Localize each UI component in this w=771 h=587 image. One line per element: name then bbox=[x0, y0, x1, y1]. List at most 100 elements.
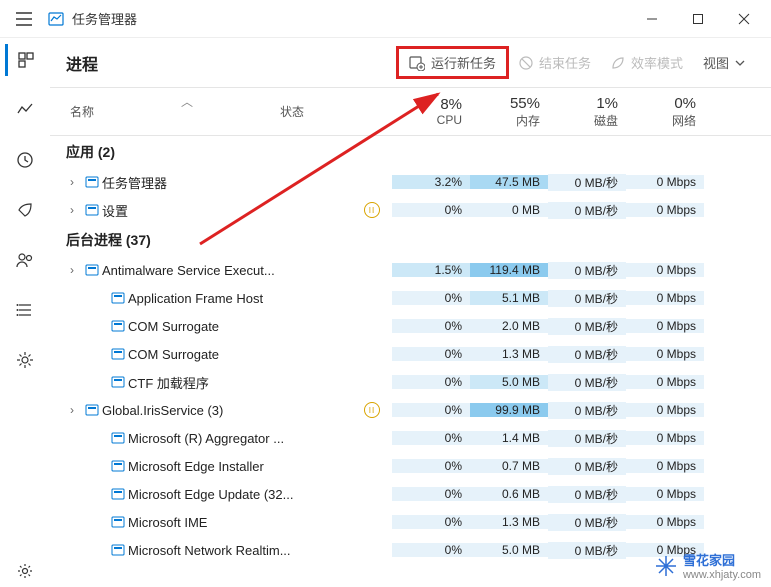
process-icon bbox=[108, 487, 128, 501]
nav-users-icon[interactable] bbox=[5, 244, 45, 276]
window-controls bbox=[629, 0, 767, 38]
cell-memory: 0.7 MB bbox=[470, 459, 548, 473]
close-button[interactable] bbox=[721, 0, 767, 38]
titlebar: 任务管理器 bbox=[0, 0, 771, 38]
group-header: 后台进程 (37) bbox=[50, 224, 771, 256]
page-title: 进程 bbox=[66, 51, 396, 75]
memory-label: 内存 bbox=[516, 112, 540, 129]
cell-memory: 99.9 MB bbox=[470, 403, 548, 417]
process-list: 应用 (2)›任务管理器3.2%47.5 MB0 MB/秒0 Mbps›设置0%… bbox=[50, 136, 771, 587]
process-name: 设置 bbox=[102, 201, 352, 220]
process-name: Microsoft Network Realtim... bbox=[128, 543, 352, 558]
process-row[interactable]: COM Surrogate 0%1.3 MB0 MB/秒0 Mbps bbox=[50, 340, 771, 368]
cell-memory: 5.0 MB bbox=[470, 375, 548, 389]
nav-details-icon[interactable] bbox=[5, 294, 45, 326]
nav-processes-icon[interactable] bbox=[5, 44, 45, 76]
process-name: Microsoft Edge Installer bbox=[128, 459, 352, 474]
process-row[interactable]: Microsoft Edge Installer0%0.7 MB0 MB/秒0 … bbox=[50, 452, 771, 480]
nav-performance-icon[interactable] bbox=[5, 94, 45, 126]
cell-cpu: 0% bbox=[392, 375, 470, 389]
nav-settings-icon[interactable] bbox=[5, 555, 45, 587]
cell-memory: 47.5 MB bbox=[470, 175, 548, 189]
process-name: CTF 加载程序 bbox=[128, 373, 352, 392]
expand-icon[interactable]: › bbox=[62, 263, 82, 277]
process-icon bbox=[108, 347, 128, 361]
end-task-button[interactable]: 结束任务 bbox=[509, 47, 601, 78]
cell-memory: 119.4 MB bbox=[470, 263, 548, 277]
process-row[interactable]: Microsoft Edge Update (32...0%0.6 MB0 MB… bbox=[50, 480, 771, 508]
cell-memory: 5.1 MB bbox=[470, 291, 548, 305]
process-row[interactable]: ›Global.IrisService (3)0%99.9 MB0 MB/秒0 … bbox=[50, 396, 771, 424]
cell-network: 0 Mbps bbox=[626, 375, 704, 389]
col-cpu[interactable]: 8% CPU bbox=[392, 88, 470, 135]
cell-disk: 0 MB/秒 bbox=[548, 346, 626, 363]
cell-disk: 0 MB/秒 bbox=[548, 542, 626, 559]
disk-usage-percent: 1% bbox=[596, 95, 618, 112]
cell-network: 0 Mbps bbox=[626, 347, 704, 361]
expand-icon[interactable]: › bbox=[62, 175, 82, 189]
expand-icon[interactable]: › bbox=[62, 403, 82, 417]
col-disk[interactable]: 1% 磁盘 bbox=[548, 88, 626, 135]
efficiency-mode-button[interactable]: 效率模式 bbox=[601, 47, 693, 78]
column-headers: 名称 ︿ 状态 8% CPU 55% 内存 1% 磁盘 0% 网络 bbox=[50, 88, 771, 136]
col-name-label: 名称 bbox=[70, 103, 94, 120]
cell-disk: 0 MB/秒 bbox=[548, 514, 626, 531]
cell-network: 0 Mbps bbox=[626, 431, 704, 445]
nav-services-icon[interactable] bbox=[5, 344, 45, 376]
app-title: 任务管理器 bbox=[72, 9, 629, 28]
process-row[interactable]: Application Frame Host0%5.1 MB0 MB/秒0 Mb… bbox=[50, 284, 771, 312]
paused-icon bbox=[364, 402, 380, 418]
minimize-button[interactable] bbox=[629, 0, 675, 38]
cell-network: 0 Mbps bbox=[626, 459, 704, 473]
process-row[interactable]: COM Surrogate0%2.0 MB0 MB/秒0 Mbps bbox=[50, 312, 771, 340]
cell-disk: 0 MB/秒 bbox=[548, 374, 626, 391]
process-row[interactable]: ›Antimalware Service Execut...1.5%119.4 … bbox=[50, 256, 771, 284]
cell-memory: 0.6 MB bbox=[470, 487, 548, 501]
col-network[interactable]: 0% 网络 bbox=[626, 88, 704, 135]
process-icon bbox=[108, 291, 128, 305]
cell-cpu: 0% bbox=[392, 515, 470, 529]
run-new-task-button[interactable]: 运行新任务 bbox=[396, 46, 509, 79]
process-icon bbox=[82, 263, 102, 277]
process-name: COM Surrogate bbox=[128, 347, 352, 362]
cell-network: 0 Mbps bbox=[626, 175, 704, 189]
cell-network: 0 Mbps bbox=[626, 291, 704, 305]
cell-disk: 0 MB/秒 bbox=[548, 402, 626, 419]
process-icon bbox=[108, 543, 128, 557]
toolbar: 进程 运行新任务 结束任务 效率模式 视图 bbox=[50, 38, 771, 88]
watermark-brand: 雪花家园 bbox=[683, 550, 761, 569]
expand-icon[interactable]: › bbox=[62, 203, 82, 217]
cell-network: 0 Mbps bbox=[626, 319, 704, 333]
cell-network: 0 Mbps bbox=[626, 515, 704, 529]
process-row[interactable]: ›设置0%0 MB0 MB/秒0 Mbps bbox=[50, 196, 771, 224]
cpu-usage-percent: 8% bbox=[440, 96, 462, 113]
group-header: 应用 (2) bbox=[50, 136, 771, 168]
process-row[interactable]: Microsoft (R) Aggregator ...0%1.4 MB0 MB… bbox=[50, 424, 771, 452]
cell-disk: 0 MB/秒 bbox=[548, 486, 626, 503]
network-usage-percent: 0% bbox=[674, 95, 696, 112]
process-row[interactable]: Microsoft IME0%1.3 MB0 MB/秒0 Mbps bbox=[50, 508, 771, 536]
plus-box-icon bbox=[409, 55, 425, 71]
col-memory[interactable]: 55% 内存 bbox=[470, 88, 548, 135]
cell-disk: 0 MB/秒 bbox=[548, 174, 626, 191]
nav-startup-icon[interactable] bbox=[5, 194, 45, 226]
nav-history-icon[interactable] bbox=[5, 144, 45, 176]
maximize-button[interactable] bbox=[675, 0, 721, 38]
watermark-url: www.xhjaty.com bbox=[683, 569, 761, 581]
hamburger-menu-icon[interactable] bbox=[4, 0, 44, 38]
process-row[interactable]: ›任务管理器3.2%47.5 MB0 MB/秒0 Mbps bbox=[50, 168, 771, 196]
sidebar bbox=[0, 38, 50, 587]
process-icon bbox=[108, 515, 128, 529]
cell-cpu: 0% bbox=[392, 347, 470, 361]
cell-cpu: 3.2% bbox=[392, 175, 470, 189]
process-icon bbox=[108, 319, 128, 333]
cell-cpu: 0% bbox=[392, 403, 470, 417]
col-name[interactable]: 名称 ︿ bbox=[50, 88, 280, 135]
process-row[interactable]: CTF 加载程序 0%5.0 MB0 MB/秒0 Mbps bbox=[50, 368, 771, 396]
cell-network: 0 Mbps bbox=[626, 203, 704, 217]
col-status[interactable]: 状态 bbox=[280, 88, 340, 135]
cell-disk: 0 MB/秒 bbox=[548, 290, 626, 307]
view-label: 视图 bbox=[703, 53, 729, 72]
view-dropdown[interactable]: 视图 bbox=[693, 47, 755, 78]
cell-memory: 1.3 MB bbox=[470, 347, 548, 361]
